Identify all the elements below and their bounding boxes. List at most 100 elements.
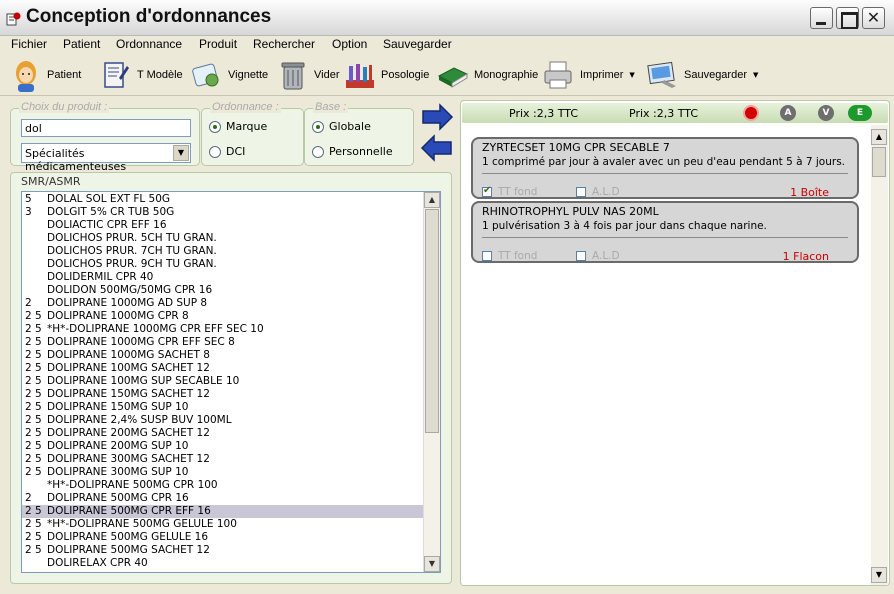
imprimer-button[interactable]: Imprimer ▼	[542, 56, 635, 94]
prescription-quantity[interactable]: 1 Boîte	[790, 186, 829, 199]
category-select[interactable]: Spécialités médicamenteuses ▼	[21, 143, 191, 173]
add-arrow-icon[interactable]	[420, 103, 454, 133]
base-legend: Base :	[313, 101, 349, 113]
list-item[interactable]: 2 5 DOLIPRANE 1000MG SACHET 8	[22, 349, 424, 362]
list-item[interactable]: 2 5 *H*-DOLIPRANE 500MG GELULE 100	[22, 518, 424, 531]
patient-button[interactable]: Patient	[9, 56, 81, 94]
list-item[interactable]: 2 5 *H*-DOLIPRANE 1000MG CPR EFF SEC 10	[22, 323, 424, 336]
list-item[interactable]: 2 DOLIPRANE 500MG CPR 16	[22, 492, 424, 505]
tt-fond-checkbox[interactable]: TT fond	[482, 250, 537, 262]
list-item[interactable]: 2 5 DOLIPRANE 1000MG CPR EFF SEC 8	[22, 336, 424, 349]
list-item[interactable]: 2 5 DOLIPRANE 1000MG CPR 8	[22, 310, 424, 323]
vider-button[interactable]: Vider	[276, 56, 339, 94]
scroll-down-icon[interactable]: ▼	[871, 567, 887, 583]
product-list[interactable]: 5 DOLAL SOL EXT FL 50G 3 DOLGIT 5% CR TUB 5…	[21, 191, 441, 573]
ald-box[interactable]	[576, 187, 586, 197]
list-item[interactable]: DOLIACTIC CPR EFF 16	[22, 219, 424, 232]
tt-fond-box[interactable]	[482, 251, 492, 261]
list-item[interactable]: 3 DOLGIT 5% CR TUB 50G	[22, 206, 424, 219]
product-list-scrollbar[interactable]: ▲ ▼	[423, 192, 440, 572]
list-item[interactable]: DOLICHOS PRUR. 7CH TU GRAN.	[22, 245, 424, 258]
list-item[interactable]: 2 5 DOLIPRANE 500MG SACHET 12	[22, 544, 424, 557]
list-item[interactable]: DOLIDERMIL CPR 40	[22, 271, 424, 284]
radio-globale-dot[interactable]	[312, 120, 324, 133]
menu-fichier[interactable]: Fichier	[11, 37, 47, 51]
list-item[interactable]: 2 5 DOLIPRANE 100MG SACHET 12	[22, 362, 424, 375]
product-search-input[interactable]: dol	[21, 119, 191, 137]
posologie-button[interactable]: Posologie	[343, 56, 429, 94]
menu-patient[interactable]: Patient	[63, 37, 100, 51]
prescription-card[interactable]: RHINOTROPHYL PULV NAS 20ML 1 pulvérisati…	[471, 201, 859, 263]
scroll-up-icon[interactable]: ▲	[424, 192, 440, 208]
sauvegarder-button[interactable]: Sauvegarder ▼	[646, 56, 758, 94]
e-badge[interactable]: E	[848, 105, 872, 121]
tt-fond-box[interactable]	[482, 185, 492, 197]
smr-value: 2 5	[25, 414, 42, 426]
sauvegarder-dropdown-icon[interactable]: ▼	[753, 71, 758, 79]
radio-marque-dot[interactable]	[209, 120, 221, 133]
list-item[interactable]: DOLIRELAX CPR 40	[22, 557, 424, 570]
chevron-down-icon[interactable]: ▼	[173, 145, 189, 161]
radio-personnelle-dot[interactable]	[312, 145, 324, 158]
list-item[interactable]: 2 5 DOLIPRANE 100MG SUP SECABLE 10	[22, 375, 424, 388]
menu-produit[interactable]: Produit	[199, 37, 237, 51]
list-item[interactable]: *H*-DOLIPRANE 500MG CPR 100	[22, 479, 424, 492]
scroll-down-icon[interactable]: ▼	[424, 556, 440, 572]
smr-value: 2 5	[25, 336, 42, 348]
menu-rechercher[interactable]: Rechercher	[253, 37, 315, 51]
list-item[interactable]: 2 5 DOLIPRANE 150MG SUP 10	[22, 401, 424, 414]
list-item[interactable]: 2 5 DOLIPRANE 300MG SUP 10	[22, 466, 424, 479]
trash-icon	[281, 62, 305, 90]
radio-personnelle[interactable]: Personnelle	[312, 145, 393, 158]
vignette-button[interactable]: Vignette	[190, 56, 268, 94]
ald-checkbox[interactable]: A.L.D	[576, 250, 620, 262]
remove-arrow-icon[interactable]	[420, 134, 454, 164]
list-item[interactable]: DOLICHOS PRUR. 9CH TU GRAN.	[22, 258, 424, 271]
prescription-quantity[interactable]: 1 Flacon	[783, 250, 829, 263]
minimize-button[interactable]	[810, 7, 833, 29]
monographie-button[interactable]: Monographie	[436, 56, 538, 94]
template-document-icon	[104, 62, 129, 88]
price-bar: Prix :2,3 TTC Prix :2,3 TTC A V E	[462, 103, 888, 123]
prescription-scrollbar[interactable]: ▲ ▼	[871, 125, 888, 585]
scroll-thumb[interactable]	[872, 147, 886, 177]
smr-value: 2 5	[25, 453, 42, 465]
scroll-up-icon[interactable]: ▲	[871, 129, 887, 145]
close-icon: ✕	[866, 8, 881, 27]
menu-sauvegarder[interactable]: Sauvegarder	[383, 37, 452, 51]
list-item[interactable]: 2 5 DOLIPRANE 500MG GELULE 16	[22, 531, 424, 544]
prescription-card[interactable]: ZYRTECSET 10MG CPR SECABLE 7 1 comprimé …	[471, 137, 859, 199]
list-item[interactable]: 2 5 DOLIPRANE 200MG SACHET 12	[22, 427, 424, 440]
radio-globale[interactable]: Globale	[312, 120, 371, 133]
maximize-button[interactable]	[836, 7, 859, 29]
list-item[interactable]: 2 5 DOLIPRANE 500MG CPR EFF 16	[22, 505, 424, 518]
prescription-name: RHINOTROPHYL PULV NAS 20ML	[482, 205, 659, 218]
list-item[interactable]: DOLIDON 500MG/50MG CPR 16	[22, 284, 424, 297]
list-item[interactable]: 2 5 DOLIPRANE 200MG SUP 10	[22, 440, 424, 453]
tt-fond-checkbox[interactable]: TT fond	[482, 185, 537, 198]
ald-checkbox[interactable]: A.L.D	[576, 186, 620, 198]
radio-personnelle-label: Personnelle	[329, 145, 393, 158]
radio-marque[interactable]: Marque	[209, 120, 267, 133]
menu-ordonnance[interactable]: Ordonnance	[116, 37, 182, 51]
list-item[interactable]: 5 DOLAL SOL EXT FL 50G	[22, 193, 424, 206]
close-button[interactable]: ✕	[862, 7, 885, 29]
a-badge[interactable]: A	[780, 105, 796, 121]
radio-dci[interactable]: DCI	[209, 145, 245, 158]
list-item[interactable]: 2 5 DOLIPRANE 300MG SACHET 12	[22, 453, 424, 466]
scroll-thumb[interactable]	[425, 209, 439, 433]
list-item[interactable]: 2 DOLIPRANE 1000MG AD SUP 8	[22, 297, 424, 310]
smr-value: 2 5	[25, 544, 42, 556]
radio-dci-dot[interactable]	[209, 145, 221, 158]
menu-option[interactable]: Option	[332, 37, 367, 51]
imprimer-dropdown-icon[interactable]: ▼	[629, 71, 634, 79]
product-name: DOLIPRANE 1000MG AD SUP 8	[47, 297, 208, 309]
stop-icon[interactable]	[743, 105, 759, 121]
ald-box[interactable]	[576, 251, 586, 261]
list-item[interactable]: 2 5 DOLIPRANE 2,4% SUSP BUV 100ML	[22, 414, 424, 427]
list-item[interactable]: DOLICHOS PRUR. 5CH TU GRAN.	[22, 232, 424, 245]
product-name: DOLIPRANE 500MG SACHET 12	[47, 544, 210, 556]
v-badge[interactable]: V	[818, 105, 834, 121]
list-item[interactable]: 2 5 DOLIPRANE 150MG SACHET 12	[22, 388, 424, 401]
modele-button[interactable]: T Modèle	[99, 56, 183, 94]
